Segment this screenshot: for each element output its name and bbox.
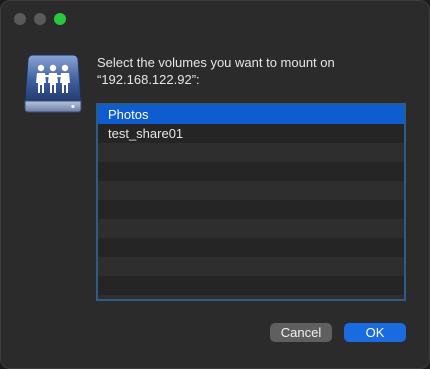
empty-list-row — [98, 238, 404, 257]
empty-list-row — [98, 295, 404, 299]
shared-server-icon — [23, 51, 83, 117]
prompt-line-1: Select the volumes you want to mount on — [97, 55, 335, 70]
ok-button[interactable]: OK — [344, 323, 406, 342]
cancel-button[interactable]: Cancel — [270, 323, 332, 342]
mount-volumes-dialog: Select the volumes you want to mount on … — [0, 0, 430, 369]
empty-list-row — [98, 276, 404, 295]
empty-list-row — [98, 257, 404, 276]
zoom-window-icon[interactable] — [54, 13, 66, 25]
window-controls — [14, 13, 66, 25]
volume-list[interactable]: Photos test_share01 — [96, 103, 406, 301]
volume-list-item[interactable]: Photos — [98, 105, 404, 124]
dialog-message: Select the volumes you want to mount on … — [97, 54, 407, 88]
empty-list-row — [98, 143, 404, 162]
empty-list-row — [98, 162, 404, 181]
volume-list-item[interactable]: test_share01 — [98, 124, 404, 143]
empty-list-row — [98, 200, 404, 219]
empty-list-row — [98, 219, 404, 238]
empty-list-row — [98, 181, 404, 200]
close-window-icon[interactable] — [14, 13, 26, 25]
prompt-line-2: “192.168.122.92”: — [97, 72, 200, 87]
minimize-window-icon[interactable] — [34, 13, 46, 25]
